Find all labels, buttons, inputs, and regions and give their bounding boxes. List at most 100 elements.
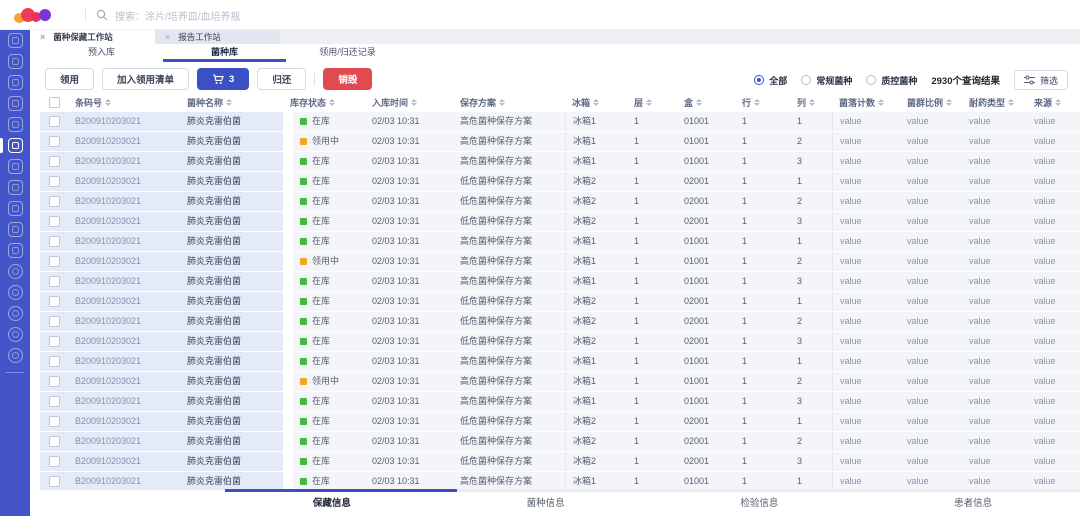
subtab-claim-return-records[interactable]: 领用/归还记录	[286, 44, 409, 62]
column-header-11[interactable]: 菌落计数	[832, 92, 900, 112]
sort-icon[interactable]	[1055, 99, 1061, 106]
sort-icon[interactable]	[646, 99, 652, 106]
column-header-7[interactable]: 层	[627, 92, 677, 112]
row-checkbox[interactable]	[49, 416, 60, 427]
table-row[interactable]: B200910203021肺炎克雷伯菌在库02/03 10:31低危菌种保存方案…	[40, 332, 1080, 351]
column-header-1[interactable]: 条码号	[68, 92, 180, 112]
footer-tab-preservation-info[interactable]: 保藏信息	[225, 492, 439, 516]
row-checkbox[interactable]	[49, 396, 60, 407]
table-row[interactable]: B200910203021肺炎克雷伯菌在库02/03 10:31低危菌种保存方案…	[40, 312, 1080, 331]
row-checkbox[interactable]	[49, 236, 60, 247]
row-checkbox[interactable]	[49, 296, 60, 307]
sort-icon[interactable]	[696, 99, 702, 106]
table-row[interactable]: B200910203021肺炎克雷伯菌在库02/03 10:31高危菌种保存方案…	[40, 392, 1080, 411]
table-row[interactable]: B200910203021肺炎克雷伯菌在库02/03 10:31高危菌种保存方案…	[40, 472, 1080, 490]
sort-icon[interactable]	[226, 99, 232, 106]
sort-icon[interactable]	[593, 99, 599, 106]
table-row[interactable]: B200910203021肺炎克雷伯菌在库02/03 10:31低危菌种保存方案…	[40, 292, 1080, 311]
table-row[interactable]: B200910203021肺炎克雷伯菌在库02/03 10:31低危菌种保存方案…	[40, 412, 1080, 431]
table-row[interactable]: B200910203021肺炎克雷伯菌在库02/03 10:31高危菌种保存方案…	[40, 232, 1080, 251]
column-header-4[interactable]: 入库时间	[365, 92, 453, 112]
radio-qc-strains[interactable]: 质控菌种	[866, 74, 917, 87]
row-checkbox[interactable]	[49, 256, 60, 267]
search-input[interactable]: 搜索：涂片/培养皿/血培养瓶	[96, 7, 241, 23]
row-checkbox[interactable]	[49, 136, 60, 147]
sidebar-item-doc-gear[interactable]	[0, 177, 30, 198]
sidebar-item-archive[interactable]	[0, 303, 30, 324]
sidebar-item-message[interactable]	[0, 282, 30, 303]
sidebar-item-id-badge[interactable]	[0, 114, 30, 135]
row-checkbox[interactable]	[49, 276, 60, 287]
sidebar-item-task-check[interactable]	[0, 30, 30, 51]
table-row[interactable]: B200910203021肺炎克雷伯菌在库02/03 10:31高危菌种保存方案…	[40, 272, 1080, 291]
sort-icon[interactable]	[946, 99, 952, 106]
table-row[interactable]: B200910203021肺炎克雷伯菌在库02/03 10:31高危菌种保存方案…	[40, 352, 1080, 371]
row-checkbox[interactable]	[49, 336, 60, 347]
column-header-12[interactable]: 菌群比例	[900, 92, 962, 112]
select-all-checkbox[interactable]	[49, 97, 60, 108]
table-row[interactable]: B200910203021肺炎克雷伯菌在库02/03 10:31低危菌种保存方案…	[40, 452, 1080, 471]
sidebar-item-flask[interactable]	[0, 135, 30, 156]
sort-icon[interactable]	[329, 99, 335, 106]
sidebar-item-headset[interactable]	[0, 261, 30, 282]
sort-icon[interactable]	[1008, 99, 1014, 106]
column-header-2[interactable]: 菌种名称	[180, 92, 283, 112]
radio-all[interactable]: 全部	[754, 74, 787, 87]
row-checkbox[interactable]	[49, 196, 60, 207]
footer-tab-patient-info[interactable]: 患者信息	[866, 492, 1080, 516]
table-row[interactable]: B200910203021肺炎克雷伯菌在库02/03 10:31低危菌种保存方案…	[40, 212, 1080, 231]
row-checkbox[interactable]	[49, 456, 60, 467]
radio-regular-strains[interactable]: 常规菌种	[801, 74, 852, 87]
row-checkbox[interactable]	[49, 176, 60, 187]
column-header-6[interactable]: 冰箱	[565, 92, 627, 112]
column-header-13[interactable]: 耐药类型	[962, 92, 1027, 112]
sort-icon[interactable]	[411, 99, 417, 106]
table-row[interactable]: B200910203021肺炎克雷伯菌在库02/03 10:31低危菌种保存方案…	[40, 192, 1080, 211]
column-header-9[interactable]: 行	[735, 92, 790, 112]
sidebar-item-gear[interactable]	[0, 345, 30, 366]
tab-report-workstation[interactable]: × 报告工作站	[155, 30, 280, 44]
filter-button[interactable]: 筛选	[1014, 70, 1068, 90]
row-checkbox[interactable]	[49, 156, 60, 167]
sidebar-item-bell[interactable]	[0, 324, 30, 345]
sidebar-item-calculator[interactable]	[0, 219, 30, 240]
footer-tab-strain-info[interactable]: 菌种信息	[439, 492, 653, 516]
table-row[interactable]: B200910203021肺炎克雷伯菌在库02/03 10:31高危菌种保存方案…	[40, 112, 1080, 131]
table-row[interactable]: B200910203021肺炎克雷伯菌领用中02/03 10:31高危菌种保存方…	[40, 252, 1080, 271]
sidebar-item-doc-search[interactable]	[0, 198, 30, 219]
column-header-14[interactable]: 来源	[1027, 92, 1080, 112]
sort-icon[interactable]	[809, 99, 815, 106]
add-to-claim-list-button[interactable]: 加入领用清单	[102, 68, 189, 90]
sidebar-item-chat-gear[interactable]	[0, 72, 30, 93]
table-row[interactable]: B200910203021肺炎克雷伯菌在库02/03 10:31低危菌种保存方案…	[40, 432, 1080, 451]
sort-icon[interactable]	[754, 99, 760, 106]
footer-tab-test-info[interactable]: 检验信息	[653, 492, 867, 516]
table-row[interactable]: B200910203021肺炎克雷伯菌在库02/03 10:31高危菌种保存方案…	[40, 152, 1080, 171]
claim-button[interactable]: 领用	[45, 68, 94, 90]
row-checkbox[interactable]	[49, 116, 60, 127]
cart-button[interactable]: 3	[197, 68, 249, 90]
table-row[interactable]: B200910203021肺炎克雷伯菌领用中02/03 10:31高危菌种保存方…	[40, 372, 1080, 391]
table-row[interactable]: B200910203021肺炎克雷伯菌领用中02/03 10:31高危菌种保存方…	[40, 132, 1080, 151]
column-header-5[interactable]: 保存方案	[453, 92, 565, 112]
column-header-8[interactable]: 盒	[677, 92, 735, 112]
sidebar-item-disc[interactable]	[0, 156, 30, 177]
h-scrollbar-thumb[interactable]	[225, 489, 457, 492]
subtab-pre-inbound[interactable]: 预入库	[40, 44, 163, 62]
table-row[interactable]: B200910203021肺炎克雷伯菌在库02/03 10:31低危菌种保存方案…	[40, 172, 1080, 191]
sidebar-item-doc-chart[interactable]	[0, 240, 30, 261]
column-header-10[interactable]: 列	[790, 92, 832, 112]
close-icon[interactable]: ×	[40, 33, 45, 42]
subtab-strain-library[interactable]: 菌种库	[163, 44, 286, 62]
return-button[interactable]: 归还	[257, 68, 306, 90]
tab-strain-preservation-workstation[interactable]: × 菌种保藏工作站	[30, 30, 155, 44]
sort-icon[interactable]	[878, 99, 884, 106]
destroy-button[interactable]: 销毁	[323, 68, 372, 90]
row-checkbox[interactable]	[49, 476, 60, 487]
row-checkbox[interactable]	[49, 436, 60, 447]
row-checkbox[interactable]	[49, 316, 60, 327]
row-checkbox[interactable]	[49, 376, 60, 387]
row-checkbox[interactable]	[49, 216, 60, 227]
sidebar-item-image[interactable]	[0, 93, 30, 114]
close-icon[interactable]: ×	[165, 33, 170, 42]
